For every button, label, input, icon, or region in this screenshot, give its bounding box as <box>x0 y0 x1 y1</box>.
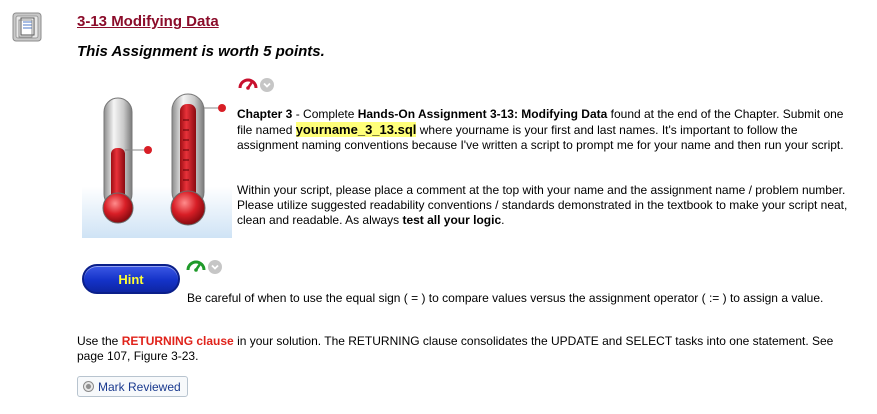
points-worth-text: This Assignment is worth 5 points. <box>77 43 325 60</box>
returning-clause-emphasis: RETURNING clause <box>121 334 234 348</box>
returning-paragraph: Use the RETURNING clause in your solutio… <box>77 334 837 364</box>
thermometer-image <box>82 90 232 238</box>
instructions-paragraph-1: Chapter 3 - Complete Hands-On Assignment… <box>237 107 857 153</box>
assignment-title-link[interactable]: 3-13 Modifying Data <box>77 13 219 30</box>
mark-reviewed-button[interactable]: Mark Reviewed <box>77 376 188 397</box>
test-logic-emphasis: test all your logic <box>402 213 502 227</box>
text-segment: . <box>501 213 505 227</box>
hint-text: Be careful of when to use the equal sign… <box>187 291 824 305</box>
mark-reviewed-label: Mark Reviewed <box>98 379 181 394</box>
chapter-label: Chapter 3 <box>237 107 293 121</box>
speedometer-icon[interactable] <box>186 258 206 275</box>
text-segment: Use the <box>77 334 122 348</box>
document-icon <box>12 12 42 42</box>
instructions-paragraph-2: Within your script, please place a comme… <box>237 183 857 228</box>
text-segment: Within your script, please place a comme… <box>237 183 848 227</box>
chevron-down-icon[interactable] <box>208 259 222 274</box>
radio-icon <box>83 381 94 392</box>
chevron-down-icon[interactable] <box>260 77 274 92</box>
status-control[interactable] <box>238 76 274 93</box>
file-name-highlight: yourname_3_13.sql <box>295 122 417 137</box>
text-segment: - Complete <box>292 107 358 121</box>
speedometer-icon[interactable] <box>238 76 258 93</box>
assignment-name: Hands-On Assignment 3-13: Modifying Data <box>357 107 608 121</box>
hint-status-control[interactable] <box>186 258 222 275</box>
